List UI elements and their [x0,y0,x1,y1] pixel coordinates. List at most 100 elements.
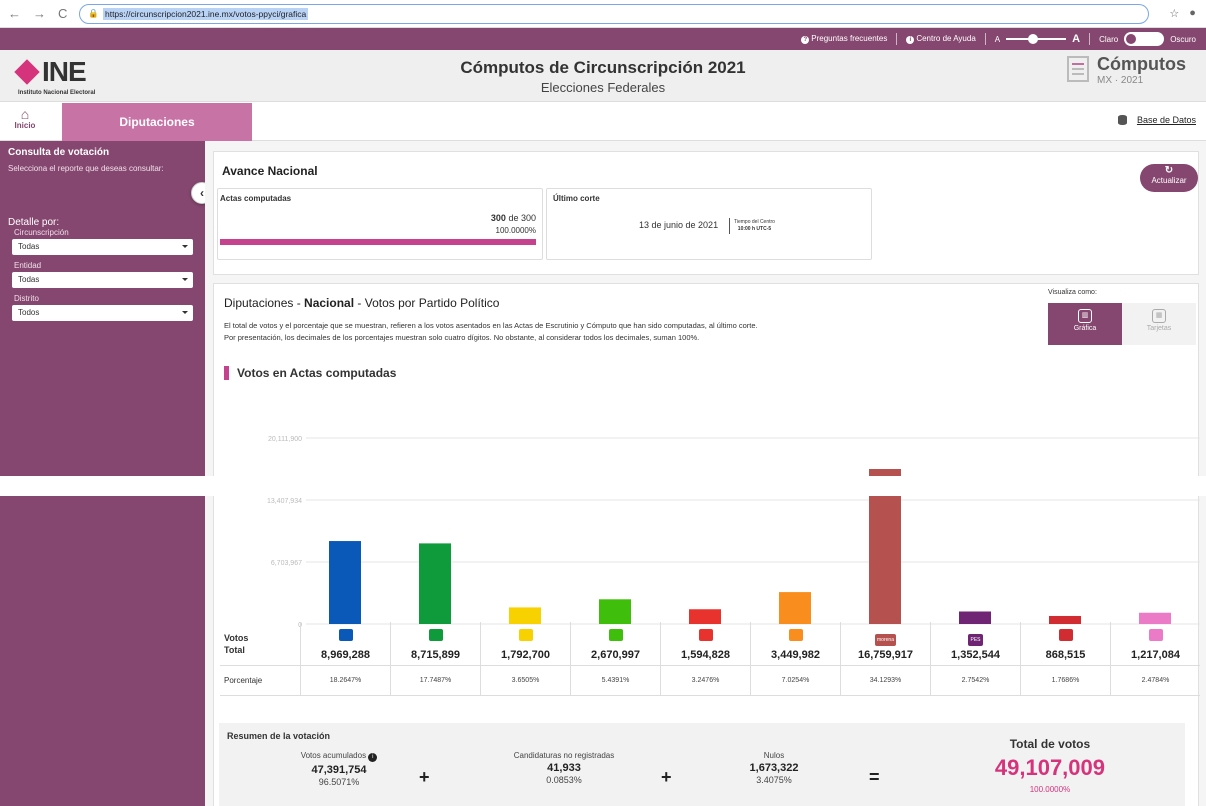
entidad-select[interactable]: Todas [12,272,193,288]
base-de-datos-link[interactable]: Base de Datos [1117,115,1196,125]
theme-dark-label: Oscuro [1170,34,1196,44]
percent-value: 18.2647% [300,665,390,696]
database-icon [1117,115,1127,125]
percent-value: 34.1293% [840,665,930,696]
votes-value: 1,792,700 [501,648,550,661]
forward-button[interactable]: → [33,6,46,21]
votes-cell-morena: morena 16,759,917 [840,621,930,666]
percent-row: Porcentaje 18.2647% 17.7487% 3.6505% 5.4391… [220,665,1200,696]
help-link[interactable]: i Centro de Ayuda [906,34,976,44]
actas-percent: 100.0000% [495,226,536,235]
filter-label-distrito: Distrito [14,294,39,303]
percent-value: 5.4391% [570,665,660,696]
profile-icon[interactable]: ● [1189,7,1196,20]
home-button[interactable]: ⌂ Inicio [10,107,40,130]
sidebar-heading: Consulta de votación [8,147,110,158]
actas-count: 300 [490,213,506,223]
votes-value: 1,217,084 [1131,648,1180,661]
star-icon[interactable]: ☆ [1169,7,1179,20]
votes-value: 868,515 [1045,648,1086,661]
votes-value: 16,759,917 [857,648,914,661]
votos-acumulados: Votos acumulados i 47,391,754 96.5071% [279,751,399,787]
mc-logo-icon [788,628,803,641]
detail-label: Detalle por: [8,217,60,228]
percent-value: 17.7487% [390,665,480,696]
info-icon: i [906,36,915,44]
back-button[interactable]: ← [8,6,21,21]
filter-label-circunscripcion: Circunscripción [14,228,69,237]
actualizar-button[interactable]: ↻ Actualizar [1140,164,1198,192]
votes-cell-rsp: 868,515 [1020,621,1110,666]
question-icon: ? [801,36,810,44]
reload-button[interactable]: C [58,6,67,21]
sidebar: Consulta de votación Selecciona el repor… [0,141,205,806]
y-tick-label: 6,703,967 [271,560,302,567]
votes-value: 8,969,288 [321,648,370,661]
votes-row: Votos Total 8,969,288 8,715,899 1,792,700 2,… [220,621,1200,666]
section-nav: ⌂ Inicio Diputaciones Base de Datos [0,103,1206,141]
site-topbar: ? Preguntas frecuentes i Centro de Ayuda A… [0,28,1206,50]
prd-logo-icon [518,628,533,641]
browser-bar: ← → C 🔒 https://circunscripcion2021.ine.… [0,0,1206,28]
votes-cell-pvem: 2,670,997 [570,621,660,666]
main-content: Avance Nacional Actas computadas 300 de … [205,141,1206,806]
y-tick-label: 13,407,934 [267,498,302,505]
percent-value: 7.0254% [750,665,840,696]
plus-icon: + [661,767,672,787]
morena-logo-icon: morena [875,633,896,646]
address-bar[interactable]: 🔒 https://circunscripcion2021.ine.mx/vot… [79,3,1150,24]
votes-cell-pri: 8,715,899 [390,621,480,666]
ultimo-corte-box: Último corte 13 de junio de 2021 Tiempo … [546,188,872,260]
view-mode-label: Visualiza como: [1048,289,1097,296]
computos-brand: Cómputos MX · 2021 [1067,54,1186,86]
faq-link[interactable]: ? Preguntas frecuentes [801,34,887,44]
votes-cell-mc: 3,449,982 [750,621,840,666]
view-cards-button[interactable]: ▦ Tarjetas [1122,303,1196,345]
actas-computadas-box: Actas computadas 300 de 300 100.0000% [217,188,543,260]
pt-logo-icon [698,628,713,641]
page-subtitle: Elecciones Federales [540,80,666,95]
bar-pan[interactable] [329,541,361,624]
theme-light-label: Claro [1099,34,1119,44]
votes-cell-prd: 1,792,700 [480,621,570,666]
pes-logo-icon: PES [968,633,983,646]
screenshot-gap [0,476,1206,496]
pan-logo-icon [338,628,353,641]
corte-date: 13 de junio de 2021 [639,220,719,230]
percent-value: 3.2476% [660,665,750,696]
votes-value: 1,352,544 [951,648,1000,661]
diputaciones-description: El total de votos y el porcentaje que se… [224,321,758,342]
percent-value: 3.6505% [480,665,570,696]
avance-title: Avance Nacional [222,164,318,178]
url-text: https://circunscripcion2021.ine.mx/votos… [102,7,309,20]
circunscripcion-select[interactable]: Todas [12,239,193,255]
bar-mc[interactable] [779,592,811,624]
resumen-votacion: Resumen de la votación Votos acumulados … [219,723,1185,806]
tab-diputaciones[interactable]: Diputaciones [62,103,252,141]
actas-progress-bar [220,239,536,245]
bar-chart-icon: ▥ [1078,309,1092,323]
info-icon[interactable]: i [368,753,378,762]
bar-pvem[interactable] [599,599,631,624]
font-size-slider[interactable] [1006,34,1067,44]
pvem-logo-icon [608,628,623,641]
lock-icon: 🔒 [88,8,99,18]
bar-pri[interactable] [419,543,451,624]
percent-value: 2.7542% [930,665,1020,696]
votes-value: 2,670,997 [591,648,640,661]
votes-section-title: Votos en Actas computadas [224,366,396,380]
sidebar-instruction: Selecciona el reporte que deseas consult… [8,164,164,173]
votes-table: Votos Total 8,969,288 8,715,899 1,792,700 2,… [220,621,1200,696]
percent-value: 1.7686% [1020,665,1110,696]
view-chart-button[interactable]: ▥ Gráfica [1048,303,1122,345]
avance-nacional-card: Avance Nacional Actas computadas 300 de … [213,151,1199,275]
resumen-title: Resumen de la votación [227,731,331,741]
theme-toggle[interactable] [1124,32,1165,46]
distrito-select[interactable]: Todos [12,305,193,321]
votes-cell-fxm: 1,217,084 [1110,621,1200,666]
page-title: Cómputos de Circunscripción 2021 [460,58,746,77]
votes-value: 1,594,828 [681,648,730,661]
document-icon [1067,56,1089,82]
votes-value: 3,449,982 [771,648,820,661]
y-tick-label: 20,111,900 [268,436,302,443]
